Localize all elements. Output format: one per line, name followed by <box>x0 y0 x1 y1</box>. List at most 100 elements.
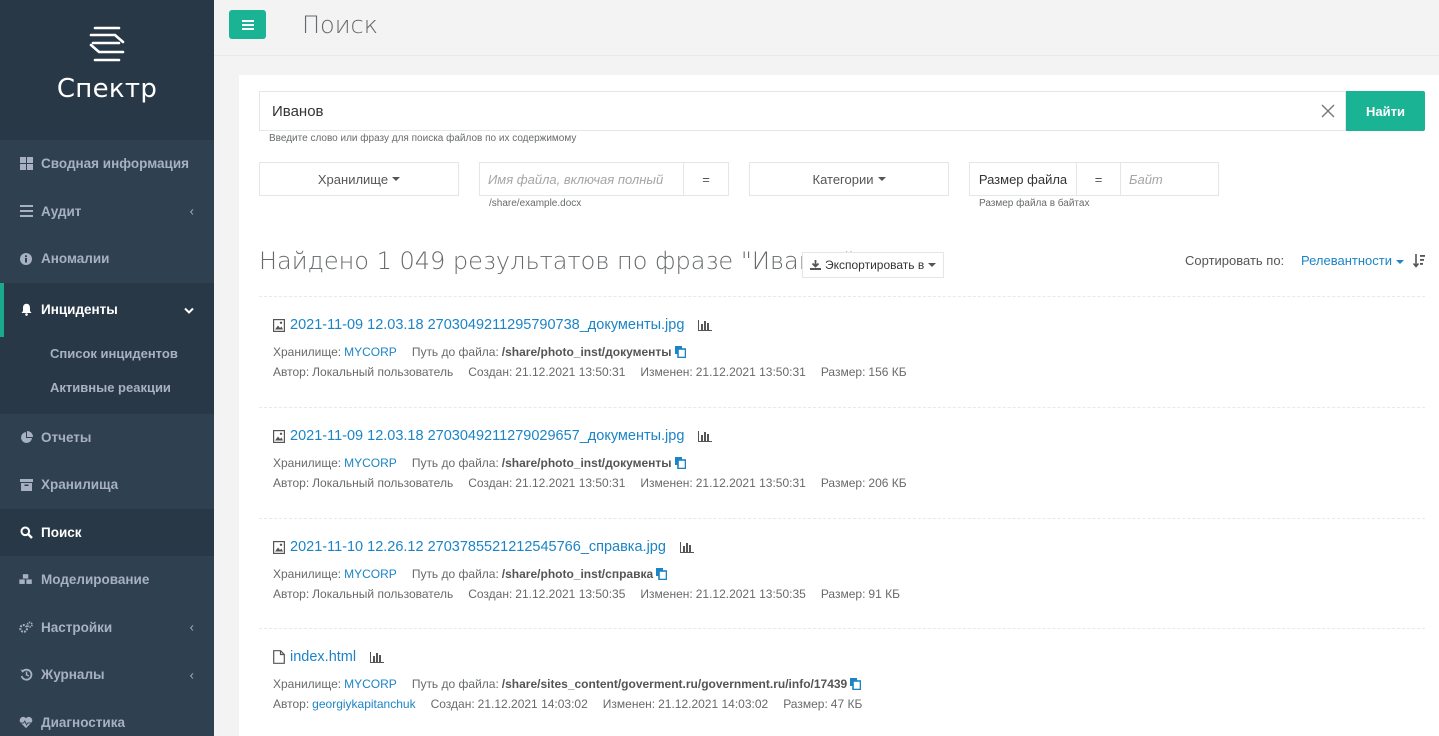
result-location-line: Хранилище: MYCORP Путь до файла: /share/… <box>273 567 668 581</box>
sidebar-item-dashboard[interactable]: Сводная информация <box>0 140 214 188</box>
archive-icon <box>19 478 33 492</box>
storage-label: Хранилище: <box>273 456 342 470</box>
result-location-line: Хранилище: MYCORP Путь до файла: /share/… <box>273 345 686 359</box>
bar-chart-icon[interactable] <box>679 541 694 553</box>
logo-area: Спектр <box>0 0 214 140</box>
result-file-link[interactable]: 2021-11-09 12.03.18 2703049211295790738_… <box>290 317 684 333</box>
author-label: Автор: <box>273 365 310 379</box>
export-button[interactable]: Экспортировать в <box>802 252 945 278</box>
result-file-link[interactable]: 2021-11-10 12.26.12 2703785521212545766_… <box>290 539 666 555</box>
copy-icon[interactable] <box>656 568 668 580</box>
modified-label: Изменен: <box>640 476 693 490</box>
sidebar-subitem-incident-list[interactable]: Список инцидентов <box>0 337 214 371</box>
sidebar-item-anomalies[interactable]: Аномалии <box>0 235 214 283</box>
filename-input[interactable]: Имя файла, включая полный <box>480 163 684 195</box>
file-path: /share/sites_content/goverment.ru/govern… <box>501 677 848 691</box>
sidebar-item-label: Инциденты <box>41 302 118 317</box>
history-icon <box>19 668 33 682</box>
sidebar-item-audit[interactable]: Аудит ‹ <box>0 188 214 236</box>
filename-operator-button[interactable]: = <box>684 172 728 187</box>
storage-link[interactable]: MYCORP <box>344 345 397 359</box>
app-name: Спектр <box>56 74 158 104</box>
cubes-icon <box>19 573 33 587</box>
result-title: index.html <box>273 649 385 665</box>
storage-link[interactable]: MYCORP <box>344 567 397 581</box>
copy-icon[interactable] <box>850 678 862 690</box>
filesize-operator-button[interactable]: = <box>1077 163 1121 195</box>
created-label: Создан: <box>468 476 513 490</box>
caret-down-icon <box>877 177 886 181</box>
bar-chart-icon[interactable] <box>698 319 713 331</box>
topbar: Поиск <box>214 0 1439 56</box>
sidebar-item-diagnostics[interactable]: Диагностика <box>0 699 214 736</box>
result-item: 2021-11-10 12.26.12 2703785521212545766_… <box>259 518 1425 629</box>
search-input[interactable] <box>259 91 1346 131</box>
copy-icon[interactable] <box>674 457 686 469</box>
modified-value: 21.12.2021 13:50:31 <box>695 476 806 490</box>
created-label: Создан: <box>468 587 513 601</box>
author-label: Автор: <box>273 587 310 601</box>
sidebar: Спектр Сводная информация Аудит ‹ Аномал… <box>0 0 214 736</box>
sidebar-item-settings[interactable]: Настройки ‹ <box>0 604 214 652</box>
filesize-label: Размер файла <box>970 163 1077 195</box>
sidebar-item-label: Отчеты <box>41 429 92 445</box>
sidebar-item-label: Сводная информация <box>41 156 189 172</box>
created-label: Создан: <box>468 365 513 379</box>
modified-value: 21.12.2021 13:50:31 <box>695 365 806 379</box>
pie-chart-icon <box>19 430 33 444</box>
dashboard-icon <box>19 157 33 171</box>
sidebar-item-label: Настройки <box>41 619 113 635</box>
result-file-link[interactable]: index.html <box>290 649 356 665</box>
size-value: 47 КБ <box>830 697 863 711</box>
filesize-input[interactable]: Байт <box>1121 172 1163 187</box>
size-label: Размер: <box>820 587 866 601</box>
page-title: Поиск <box>302 11 378 39</box>
size-label: Размер: <box>820 476 866 490</box>
author-value: Локальный пользователь <box>312 365 454 379</box>
sidebar-item-search[interactable]: Поиск <box>0 508 214 556</box>
sidebar-subitem-active-reactions[interactable]: Активные реакции <box>0 371 214 405</box>
image-file-icon <box>273 540 285 554</box>
result-file-link[interactable]: 2021-11-09 12.03.18 2703049211279029657_… <box>290 428 684 444</box>
result-meta-line: Автор: georgiykapitanchuk Создан: 21.12.… <box>273 697 862 711</box>
list-icon <box>19 204 33 218</box>
created-value: 21.12.2021 13:50:31 <box>515 365 626 379</box>
author-link[interactable]: georgiykapitanchuk <box>312 697 415 711</box>
bar-chart-icon[interactable] <box>698 430 713 442</box>
download-icon <box>810 260 821 270</box>
storage-filter-dropdown[interactable]: Хранилище <box>259 162 459 196</box>
clear-search-icon[interactable] <box>1318 101 1338 121</box>
result-meta-line: Автор: Локальный пользователь Создан: 21… <box>273 587 900 601</box>
sort-label: Сортировать по: <box>1185 253 1285 268</box>
heartbeat-icon <box>19 715 33 729</box>
storage-label: Хранилище: <box>273 567 342 581</box>
size-value: 206 КБ <box>868 476 907 490</box>
sidebar-item-journals[interactable]: Журналы ‹ <box>0 651 214 699</box>
sidebar-item-label: Аномалии <box>41 251 110 267</box>
size-value: 156 КБ <box>868 365 907 379</box>
sidebar-item-incidents[interactable]: Инциденты <box>0 282 214 337</box>
filename-help-text: /share/example.docx <box>489 198 582 209</box>
modified-label: Изменен: <box>640 587 693 601</box>
caret-down-icon <box>392 177 401 181</box>
result-item: index.html Хранилище: MYCORP Путь до фай… <box>259 628 1425 736</box>
find-button[interactable]: Найти <box>1346 91 1425 131</box>
categories-filter-dropdown[interactable]: Категории <box>749 162 949 196</box>
chevron-left-icon: ‹ <box>189 619 194 635</box>
sidebar-toggle-button[interactable] <box>229 10 266 39</box>
storage-link[interactable]: MYCORP <box>344 677 397 691</box>
search-help-text: Введите слово или фразу для поиска файло… <box>269 133 577 144</box>
storage-label: Хранилище: <box>273 345 342 359</box>
chevron-left-icon: ‹ <box>189 667 194 683</box>
sidebar-item-reports[interactable]: Отчеты <box>0 414 214 462</box>
sidebar-item-storages[interactable]: Хранилища <box>0 461 214 509</box>
sort-direction-icon[interactable] <box>1413 254 1425 268</box>
sort-dropdown[interactable]: Релевантности <box>1301 253 1404 268</box>
author-label: Автор: <box>273 697 310 711</box>
copy-icon[interactable] <box>674 346 686 358</box>
storage-link[interactable]: MYCORP <box>344 456 397 470</box>
bar-chart-icon[interactable] <box>370 651 385 663</box>
sidebar-item-label: Журналы <box>41 667 105 683</box>
filters-row: Хранилище Имя файла, включая полный = Ка… <box>259 162 1259 196</box>
sidebar-item-modeling[interactable]: Моделирование <box>0 556 214 604</box>
